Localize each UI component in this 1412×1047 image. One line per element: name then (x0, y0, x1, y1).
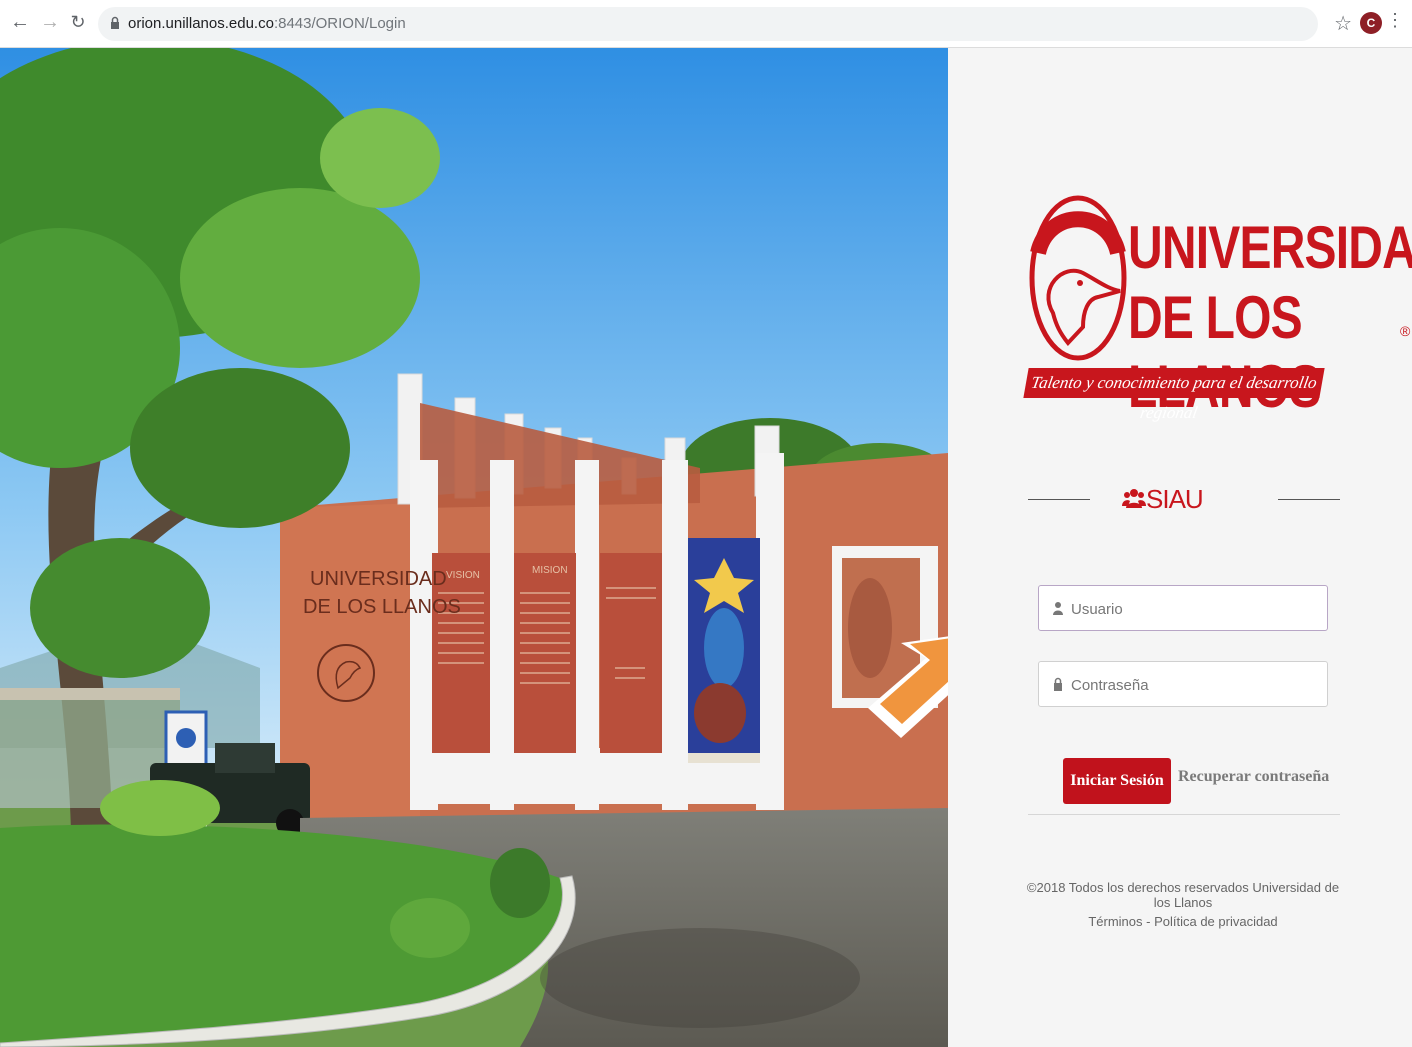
user-icon (1053, 602, 1063, 615)
heading-divider-left (1028, 499, 1090, 500)
privacy-link[interactable]: Política de privacidad (1154, 914, 1278, 929)
wall-title-line1: UNIVERSIDAD (310, 568, 447, 590)
campus-photo: VISION MISION UNIVERSIDAD DE LOS LLANOS (0, 48, 948, 1047)
users-icon (1122, 489, 1146, 508)
wall-panel-mision: MISION (532, 565, 568, 576)
profile-avatar[interactable]: C (1360, 12, 1382, 34)
university-slogan: Talento y conocimiento para el desarroll… (1023, 368, 1325, 422)
system-heading: SIAU (1028, 478, 1340, 522)
university-name-line1: UNIVERSIDAD (1128, 214, 1412, 281)
url-path: :8443/ORION/Login (273, 15, 406, 32)
password-input[interactable] (1069, 662, 1323, 708)
username-field[interactable] (1038, 585, 1328, 632)
url-host: orion.unillanos.edu.co (128, 15, 274, 32)
browser-toolbar: ← → ↻ orion.unillanos.edu.co:8443/ORION/… (0, 0, 1412, 48)
login-panel: UNIVERSIDAD DE LOS LLANOS ® Talento y co… (948, 48, 1412, 1047)
password-field[interactable] (1038, 661, 1328, 708)
login-button[interactable]: Iniciar Sesión (1063, 758, 1171, 804)
copyright-text: ©2018 Todos los derechos reservados Univ… (1026, 880, 1340, 910)
bookmark-star-icon[interactable]: ☆ (1334, 11, 1352, 36)
system-label: SIAU (1146, 484, 1204, 514)
forward-arrow-icon[interactable]: → (38, 10, 62, 34)
recover-password-link[interactable]: Recuperar contraseña (1178, 768, 1329, 786)
heading-divider-right (1278, 499, 1340, 500)
wall-title-line2: DE LOS LLANOS (303, 596, 461, 618)
lock-icon (1054, 677, 1062, 691)
address-bar[interactable]: orion.unillanos.edu.co:8443/ORION/Login (98, 7, 1318, 41)
back-arrow-icon[interactable]: ← (8, 10, 32, 34)
university-seal-icon (1029, 195, 1127, 361)
registered-mark: ® (1400, 323, 1411, 339)
footer-divider (1028, 814, 1340, 815)
terms-link[interactable]: Términos (1088, 914, 1142, 929)
reload-icon[interactable]: ↻ (66, 10, 90, 34)
url-text: orion.unillanos.edu.co:8443/ORION/Login (128, 15, 406, 32)
browser-menu-icon[interactable]: ⋮ (1386, 10, 1404, 31)
legal-links: Términos - Política de privacidad (1018, 914, 1348, 929)
legal-separator: - (1142, 914, 1155, 929)
wall-panel-vision: VISION (446, 570, 480, 581)
username-input[interactable] (1069, 586, 1323, 632)
lock-icon (111, 16, 119, 29)
campus-photo-illustration: VISION MISION UNIVERSIDAD DE LOS LLANOS (0, 48, 948, 1047)
